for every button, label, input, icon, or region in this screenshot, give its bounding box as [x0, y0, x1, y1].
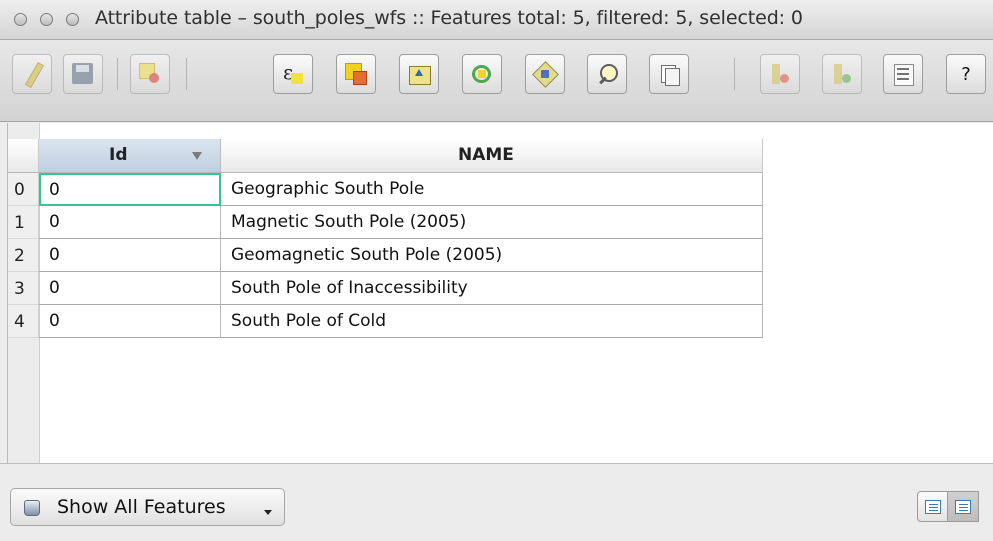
deselect-icon: [345, 63, 367, 85]
new-column-icon: [831, 63, 853, 85]
delete-column-icon: [769, 63, 791, 85]
window-titlebar: Attribute table – south_poles_wfs :: Fea…: [0, 0, 993, 40]
row-number: 4: [14, 312, 25, 332]
table-row[interactable]: 1 0 Magnetic South Pole (2005): [8, 206, 763, 239]
pencil-icon: [21, 61, 45, 89]
sort-descending-icon: [192, 152, 202, 160]
table-row[interactable]: 2 0 Geomagnetic South Pole (2005): [8, 239, 763, 272]
save-icon: [72, 63, 94, 85]
table-row[interactable]: 0 0 Geographic South Pole: [8, 173, 763, 206]
table-row[interactable]: 4 0 South Pole of Cold: [8, 305, 763, 338]
pan-map-icon: [532, 61, 559, 88]
close-window-button[interactable]: [14, 13, 27, 26]
move-selection-top-button[interactable]: [399, 54, 439, 94]
feature-filter-dropdown[interactable]: Show All Features: [10, 488, 285, 526]
save-edits-button[interactable]: [63, 54, 103, 94]
move-top-icon: [408, 63, 431, 85]
row-header[interactable]: 1: [8, 206, 39, 239]
form-view-button[interactable]: [948, 491, 979, 522]
filter-label: Show All Features: [57, 496, 226, 518]
row-header[interactable]: 3: [8, 272, 39, 305]
toggle-editing-button[interactable]: [12, 54, 52, 94]
id-cell[interactable]: 0: [39, 305, 221, 338]
chevron-down-icon: [264, 510, 272, 515]
row-number: 1: [14, 213, 25, 233]
pan-to-selected-button[interactable]: [525, 54, 565, 94]
column-header-label: NAME: [458, 145, 514, 165]
copy-selected-rows-button[interactable]: [649, 54, 689, 94]
select-by-expression-button[interactable]: ε: [273, 54, 313, 94]
id-cell[interactable]: 0: [39, 173, 221, 206]
name-cell[interactable]: Geomagnetic South Pole (2005): [221, 239, 763, 272]
expression-icon: ε: [282, 60, 304, 85]
row-number: 3: [14, 279, 25, 299]
help-label: ?: [961, 63, 971, 85]
attribute-table: Id NAME 0 0 Geographic South Pole 1 0 Ma…: [7, 123, 993, 463]
magnifier-icon: [596, 63, 618, 85]
calculator-icon: [892, 63, 914, 86]
row-number: 2: [14, 246, 25, 266]
id-cell[interactable]: 0: [39, 272, 221, 305]
delete-column-button[interactable]: [760, 54, 800, 94]
minimize-window-button[interactable]: [40, 13, 53, 26]
field-calculator-button[interactable]: [883, 54, 923, 94]
window-title: Attribute table – south_poles_wfs :: Fea…: [95, 7, 803, 29]
bottom-bar: Show All Features: [0, 463, 993, 541]
id-cell[interactable]: 0: [39, 206, 221, 239]
table-view-button[interactable]: [917, 491, 948, 522]
delete-selected-button[interactable]: [130, 54, 170, 94]
id-cell[interactable]: 0: [39, 239, 221, 272]
name-cell[interactable]: South Pole of Inaccessibility: [221, 272, 763, 305]
table-corner[interactable]: [8, 139, 39, 173]
copy-icon: [658, 63, 680, 86]
toolbar-separator: [117, 58, 118, 90]
row-number: 0: [14, 180, 25, 200]
deselect-all-button[interactable]: [336, 54, 376, 94]
attribute-toolbar: ε ?: [0, 40, 993, 122]
filter-icon: [24, 500, 40, 516]
form-view-icon: [955, 499, 971, 514]
name-cell[interactable]: South Pole of Cold: [221, 305, 763, 338]
row-header[interactable]: 0: [8, 173, 39, 206]
table-row[interactable]: 3 0 South Pole of Inaccessibility: [8, 272, 763, 305]
zoom-to-selected-button[interactable]: [587, 54, 627, 94]
row-header[interactable]: 4: [8, 305, 39, 338]
column-header-label: Id: [109, 145, 128, 165]
toolbar-separator: [734, 58, 735, 90]
row-header[interactable]: 2: [8, 239, 39, 272]
column-header-id[interactable]: Id: [39, 139, 221, 173]
help-button[interactable]: ?: [946, 54, 986, 94]
delete-feature-icon: [139, 63, 161, 85]
name-cell[interactable]: Magnetic South Pole (2005): [221, 206, 763, 239]
name-cell[interactable]: Geographic South Pole: [221, 173, 763, 206]
table-view-icon: [924, 499, 941, 514]
toolbar-separator: [186, 58, 187, 90]
invert-selection-button[interactable]: [462, 54, 502, 94]
invert-selection-icon: [471, 63, 493, 85]
new-column-button[interactable]: [822, 54, 862, 94]
zoom-window-button[interactable]: [66, 13, 79, 26]
column-header-name[interactable]: NAME: [221, 139, 763, 173]
